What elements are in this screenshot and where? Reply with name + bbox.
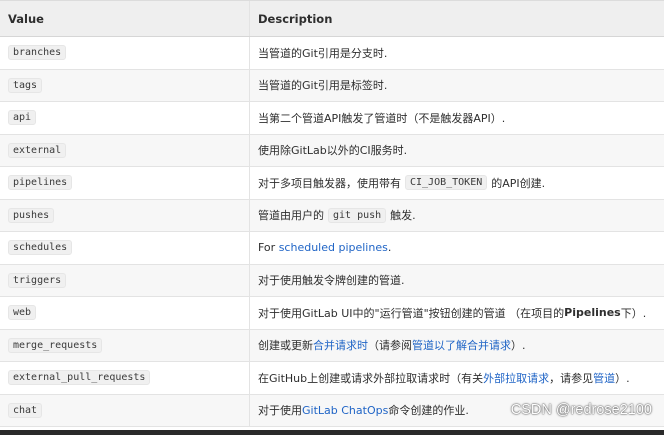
table-row: schedules For scheduled pipelines. xyxy=(0,232,664,265)
value-code: tags xyxy=(8,77,43,93)
merge-requests-link[interactable]: 合并请求时 xyxy=(313,337,368,353)
table-row: pushes 管道由用户的 git push 触发. xyxy=(0,199,664,232)
header-description: Description xyxy=(258,11,333,26)
description-cell: For scheduled pipelines. xyxy=(258,241,392,255)
inline-code: git push xyxy=(328,207,387,223)
description-cell: 对于使用GitLab UI中的"运行管道"按钮创建的管道 （在项目的 Pipeli… xyxy=(258,306,647,320)
description-cell: 当第二个管道API触发了管道时（不是触发器API）. xyxy=(258,111,506,125)
table-header-row: Value Description xyxy=(0,1,664,37)
description-cell: 使用除GitLab以外的CI服务时. xyxy=(258,144,408,158)
description-cell: 在GitHub上创建或请求外部拉取请求时（有关 外部拉取请求 ，请参见 管道）. xyxy=(258,370,630,386)
table-row: triggers 对于使用触发令牌创建的管道. xyxy=(0,264,664,297)
table-row: merge_requests 创建或更新 合并请求时 （请参阅 管道以了解合并请求）. xyxy=(0,329,664,362)
gitlab-chatops-link[interactable]: GitLab ChatOps xyxy=(302,404,388,417)
value-code: triggers xyxy=(8,272,67,288)
csdn-watermark: CSDN @redrose2100 xyxy=(510,402,652,418)
external-pull-requests-link[interactable]: 外部拉取请求 xyxy=(483,370,549,386)
table-row: tags 当管道的Git引用是标签时. xyxy=(0,69,664,102)
pipelines-for-merge-requests-link[interactable]: 管道以了解合并请求 xyxy=(412,337,511,353)
description-cell: 管道由用户的 git push 触发. xyxy=(258,207,416,223)
bottom-bar xyxy=(0,430,664,435)
description-cell: 对于多项目触发器，使用带有 CI_JOB_TOKEN 的API创建. xyxy=(258,175,546,191)
gitlab-pipeline-source-table: Value Description branches 当管道的Git引用是分支时… xyxy=(0,0,664,427)
value-code: api xyxy=(8,110,37,126)
value-code: pushes xyxy=(8,207,55,223)
value-code: pipelines xyxy=(8,175,73,191)
table-row: web 对于使用GitLab UI中的"运行管道"按钮创建的管道 （在项目的 Pi… xyxy=(0,297,664,330)
table-row: api 当第二个管道API触发了管道时（不是触发器API）. xyxy=(0,102,664,135)
pipelines-link[interactable]: 管道 xyxy=(593,370,615,386)
table-row: external 使用除GitLab以外的CI服务时. xyxy=(0,134,664,167)
table-row: branches 当管道的Git引用是分支时. xyxy=(0,37,664,70)
scheduled-pipelines-link[interactable]: scheduled pipelines xyxy=(279,241,388,254)
value-code: schedules xyxy=(8,240,73,256)
value-code: branches xyxy=(8,45,67,61)
value-code: external xyxy=(8,142,67,158)
value-code: external_pull_requests xyxy=(8,370,151,386)
table-row: external_pull_requests 在GitHub上创建或请求外部拉取… xyxy=(0,362,664,395)
description-cell: 创建或更新 合并请求时 （请参阅 管道以了解合并请求）. xyxy=(258,337,526,353)
table-row: pipelines 对于多项目触发器，使用带有 CI_JOB_TOKEN 的API创… xyxy=(0,167,664,200)
description-cell: 当管道的Git引用是标签时. xyxy=(258,79,388,93)
value-code: chat xyxy=(8,402,43,418)
value-code: web xyxy=(8,305,37,321)
value-code: merge_requests xyxy=(8,337,103,353)
header-value: Value xyxy=(0,1,250,36)
inline-code: CI_JOB_TOKEN xyxy=(405,175,488,191)
description-cell: 对于使用触发令牌创建的管道. xyxy=(258,274,405,288)
description-cell: 当管道的Git引用是分支时. xyxy=(258,46,388,60)
